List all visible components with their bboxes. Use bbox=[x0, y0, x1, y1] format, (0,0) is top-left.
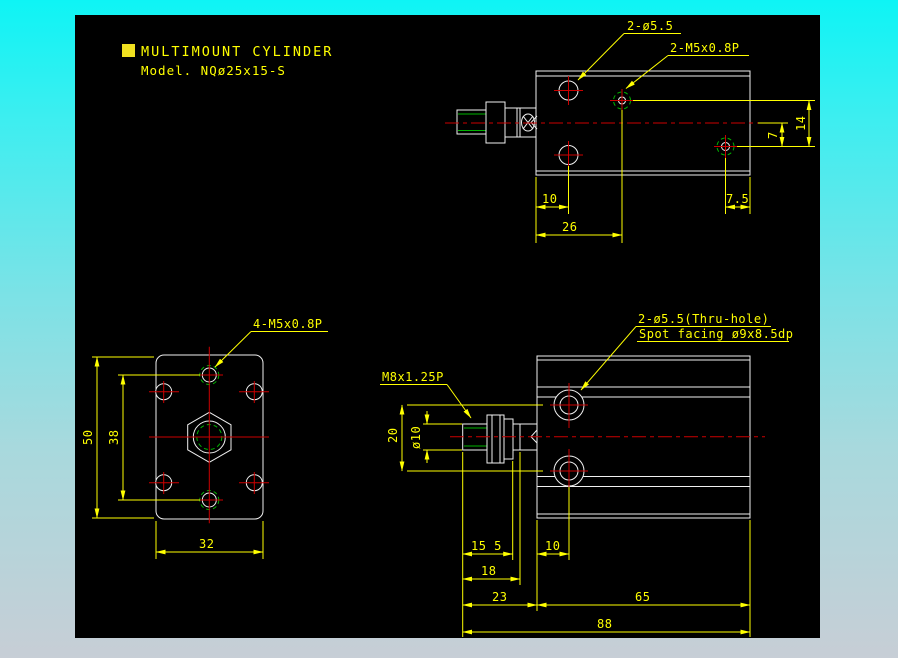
label-side-rod-thread: M8x1.25P bbox=[382, 370, 444, 384]
drawing-title: MULTIMOUNT CYLINDER bbox=[141, 44, 333, 60]
label-side-thru-hole: 2-ø5.5(Thru-hole) bbox=[638, 312, 769, 326]
dim-side-rod-length: 15 5 bbox=[471, 539, 502, 553]
dim-side-total-length: 88 bbox=[597, 617, 612, 631]
label-front-taps: 4-M5x0.8P bbox=[253, 317, 323, 331]
side-view-rod bbox=[462, 414, 538, 464]
dim-side-hole-spacing: 20 bbox=[386, 428, 400, 443]
dim-side-body-length: 65 bbox=[635, 590, 650, 604]
desktop-background: MULTIMOUNT CYLINDER Model. NQø25x15-S 10… bbox=[0, 0, 898, 658]
dim-top-port-center-offset: 7 bbox=[766, 131, 780, 139]
side-view-labels: M8x1.25P 2-ø5.5(Thru-hole) Spot facing ø… bbox=[380, 312, 794, 419]
dim-side-rod-total: 23 bbox=[492, 590, 507, 604]
label-top-holes: 2-ø5.5 bbox=[627, 19, 673, 33]
label-top-taps: 2-M5x0.8P bbox=[670, 41, 740, 55]
front-view-centerlines bbox=[149, 346, 269, 524]
top-view: 10 26 7.5 7 14 2-ø5.5 2-M5x0.8P bbox=[445, 19, 815, 243]
dim-top-hole-offset: 10 bbox=[542, 192, 557, 206]
front-view: 50 38 32 4-M5x0.8P bbox=[81, 317, 328, 559]
drawing-canvas: MULTIMOUNT CYLINDER Model. NQø25x15-S 10… bbox=[75, 15, 820, 638]
label-side-spot-facing: Spot facing ø9x8.5dp bbox=[639, 327, 794, 341]
dim-front-width: 32 bbox=[199, 537, 214, 551]
dim-front-height: 50 bbox=[81, 430, 95, 445]
dim-top-tap-offset: 26 bbox=[562, 220, 577, 234]
title-bullet-icon bbox=[122, 44, 135, 57]
dim-top-tap-to-port: 14 bbox=[794, 116, 808, 131]
side-view: 20 ø10 15 5 10 18 23 65 88 M8x1.25P 2-ø5… bbox=[380, 312, 794, 637]
front-view-labels: 4-M5x0.8P bbox=[214, 317, 328, 368]
cad-drawing: MULTIMOUNT CYLINDER Model. NQø25x15-S 10… bbox=[81, 19, 815, 637]
side-view-dimensions: 20 ø10 15 5 10 18 23 65 88 bbox=[386, 404, 751, 637]
front-view-dimensions: 50 38 32 bbox=[81, 356, 264, 559]
dim-side-rod-assembly: 18 bbox=[481, 564, 496, 578]
title-block: MULTIMOUNT CYLINDER Model. NQø25x15-S bbox=[122, 44, 333, 78]
top-view-centerlines bbox=[445, 76, 765, 169]
drawing-model: Model. NQø25x15-S bbox=[141, 63, 286, 78]
dim-front-hole-spacing: 38 bbox=[107, 430, 121, 445]
dim-side-rod-dia: ø10 bbox=[409, 426, 423, 449]
dim-side-hole-offset: 10 bbox=[545, 539, 560, 553]
dim-top-port-edge-offset: 7.5 bbox=[726, 192, 749, 206]
top-view-dimensions: 10 26 7.5 7 14 bbox=[535, 100, 815, 243]
top-view-labels: 2-ø5.5 2-M5x0.8P bbox=[577, 19, 749, 89]
